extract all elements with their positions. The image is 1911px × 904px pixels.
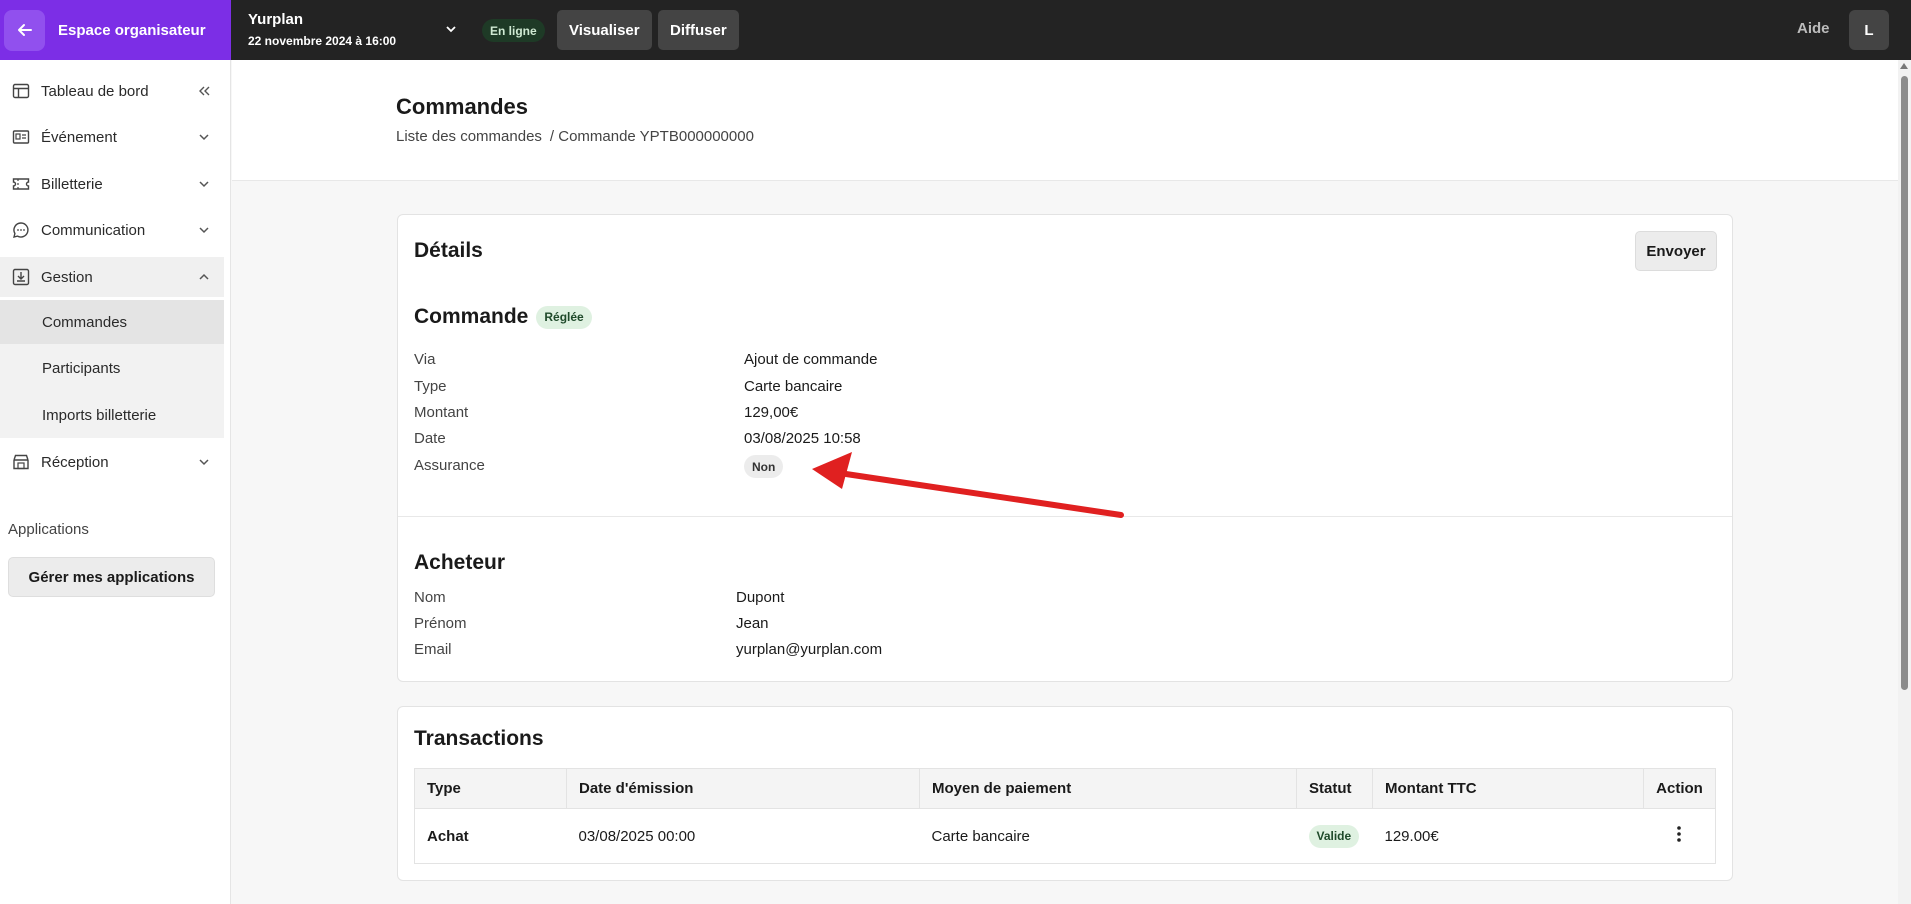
section-divider <box>398 516 1732 517</box>
collapse-sidebar-icon[interactable] <box>197 84 211 98</box>
ticket-icon <box>12 178 30 190</box>
column-header-type: Type <box>414 768 567 809</box>
chevron-down-icon <box>199 227 209 234</box>
breadcrumb-current: / Commande YPTB000000000 <box>549 128 754 145</box>
sidebar-item-label: Communication <box>41 221 146 239</box>
event-selector[interactable]: Yurplan 22 novembre 2024 à 16:00 <box>248 11 396 49</box>
transactions-title: Transactions <box>414 727 544 750</box>
buyer-row-label: Nom <box>414 589 446 606</box>
cell-action <box>1644 809 1716 864</box>
chevron-down-icon[interactable] <box>444 22 458 36</box>
sidebar-item-dashboard[interactable]: Tableau de bord <box>0 71 224 111</box>
manage-applications-button[interactable]: Gérer mes applications <box>8 557 215 597</box>
order-row-value: Carte bancaire <box>744 378 843 395</box>
brand-label: Espace organisateur <box>58 21 206 39</box>
order-heading: Commande Réglée <box>414 305 592 329</box>
order-status-badge: Réglée <box>536 305 592 329</box>
sidebar-item-label: Tableau de bord <box>41 82 149 100</box>
order-title: Commande <box>414 305 529 328</box>
sidebar-item-label: Gestion <box>41 268 93 286</box>
id-card-icon <box>12 130 30 144</box>
chevron-up-icon <box>199 273 209 280</box>
order-row-value: 129,00€ <box>744 404 799 421</box>
buyer-row-label: Email <box>414 641 452 658</box>
order-row-value: 03/08/2025 10:58 <box>744 430 861 447</box>
publish-button[interactable]: Diffuser <box>658 10 739 50</box>
store-icon <box>13 454 29 470</box>
page-header: Commandes Liste des commandes / Commande … <box>232 60 1899 181</box>
sidebar-item-ticketing[interactable]: Billetterie <box>0 164 224 204</box>
sidebar-subitem-ticket-imports[interactable]: Imports billetterie <box>0 393 224 437</box>
order-row-label: Type <box>414 378 447 395</box>
cell-date: 03/08/2025 00:00 <box>578 827 696 845</box>
cell-payment-method: Carte bancaire <box>931 827 1030 845</box>
sidebar-item-label: Billetterie <box>41 175 103 193</box>
sidebar-item-event[interactable]: Événement <box>0 117 224 157</box>
order-row-label: Via <box>414 351 436 368</box>
transactions-table: Type Date d'émission Moyen de paiement S… <box>414 768 1716 864</box>
sidebar-item-communication[interactable]: Communication <box>0 210 224 250</box>
layout-icon <box>12 83 30 99</box>
status-badge: Valide <box>1308 824 1360 848</box>
more-vertical-icon[interactable] <box>1671 824 1687 844</box>
top-bar: Espace organisateur Yurplan 22 novembre … <box>0 0 1911 60</box>
applications-title: Applications <box>8 521 89 538</box>
cell-type: Achat <box>427 827 469 845</box>
details-card: Détails Envoyer Commande Réglée Via Ajou… <box>397 214 1733 682</box>
scroll-up-arrow-icon[interactable] <box>1900 63 1908 69</box>
sidebar-item-reception[interactable]: Réception <box>0 442 224 482</box>
chat-icon <box>13 222 29 238</box>
help-link[interactable]: Aide <box>1797 20 1830 37</box>
column-header-action: Action <box>1643 768 1716 809</box>
sidebar-subitem-participants[interactable]: Participants <box>0 346 224 390</box>
preview-button[interactable]: Visualiser <box>557 10 652 50</box>
event-date: 22 novembre 2024 à 16:00 <box>248 34 397 48</box>
chevron-down-icon <box>199 134 209 141</box>
buyer-email-value: yurplan@yurplan.com <box>736 641 883 658</box>
event-name: Yurplan <box>248 11 304 28</box>
column-header-date: Date d'émission <box>566 768 920 809</box>
page-scrollbar[interactable] <box>1898 60 1911 904</box>
order-row-label: Montant <box>414 404 469 421</box>
table-row: Achat 03/08/2025 00:00 Carte bancaire Va… <box>415 809 1716 864</box>
online-status-badge: En ligne <box>482 19 545 42</box>
insurance-badge: Non <box>744 455 784 478</box>
download-box-icon <box>12 268 30 286</box>
user-avatar[interactable]: L <box>1849 10 1889 50</box>
order-row-label: Assurance <box>414 457 485 474</box>
transactions-card: Transactions Type Date d'émission Moyen … <box>397 706 1733 881</box>
send-button[interactable]: Envoyer <box>1635 231 1717 271</box>
breadcrumb: Liste des commandes / Commande YPTB000000… <box>396 128 754 145</box>
breadcrumb-orders-list-link[interactable]: Liste des commandes <box>396 128 542 145</box>
buyer-title: Acheteur <box>414 551 506 574</box>
buyer-row-value: Dupont <box>736 589 785 606</box>
cell-status: Valide <box>1297 809 1373 864</box>
scrollbar-thumb[interactable] <box>1901 76 1908 690</box>
sidebar-item-management[interactable]: Gestion <box>0 257 224 297</box>
management-submenu: Commandes Participants Imports billetter… <box>0 300 224 438</box>
column-header-status: Statut <box>1296 768 1373 809</box>
column-header-amount: Montant TTC <box>1372 768 1644 809</box>
back-arrow-icon[interactable] <box>4 9 45 51</box>
sidebar-subitem-orders[interactable]: Commandes <box>0 300 224 344</box>
order-row-value: Ajout de commande <box>744 351 878 368</box>
buyer-row-value: Jean <box>736 615 769 632</box>
sidebar-item-label: Événement <box>41 128 117 146</box>
table-header-row: Type Date d'émission Moyen de paiement S… <box>414 768 1716 809</box>
sidebar: Tableau de bord Événement Billetterie Co… <box>0 60 231 904</box>
column-header-payment-method: Moyen de paiement <box>919 768 1297 809</box>
chevron-down-icon <box>199 459 209 466</box>
order-row-label: Date <box>414 430 446 447</box>
organizer-space-link[interactable]: Espace organisateur <box>0 0 231 60</box>
page-title: Commandes <box>396 94 529 119</box>
details-title: Détails <box>414 239 483 262</box>
buyer-row-label: Prénom <box>414 615 467 632</box>
sidebar-item-label: Réception <box>41 453 109 471</box>
chevron-down-icon <box>199 181 209 188</box>
cell-amount: 129.00€ <box>1384 827 1439 845</box>
